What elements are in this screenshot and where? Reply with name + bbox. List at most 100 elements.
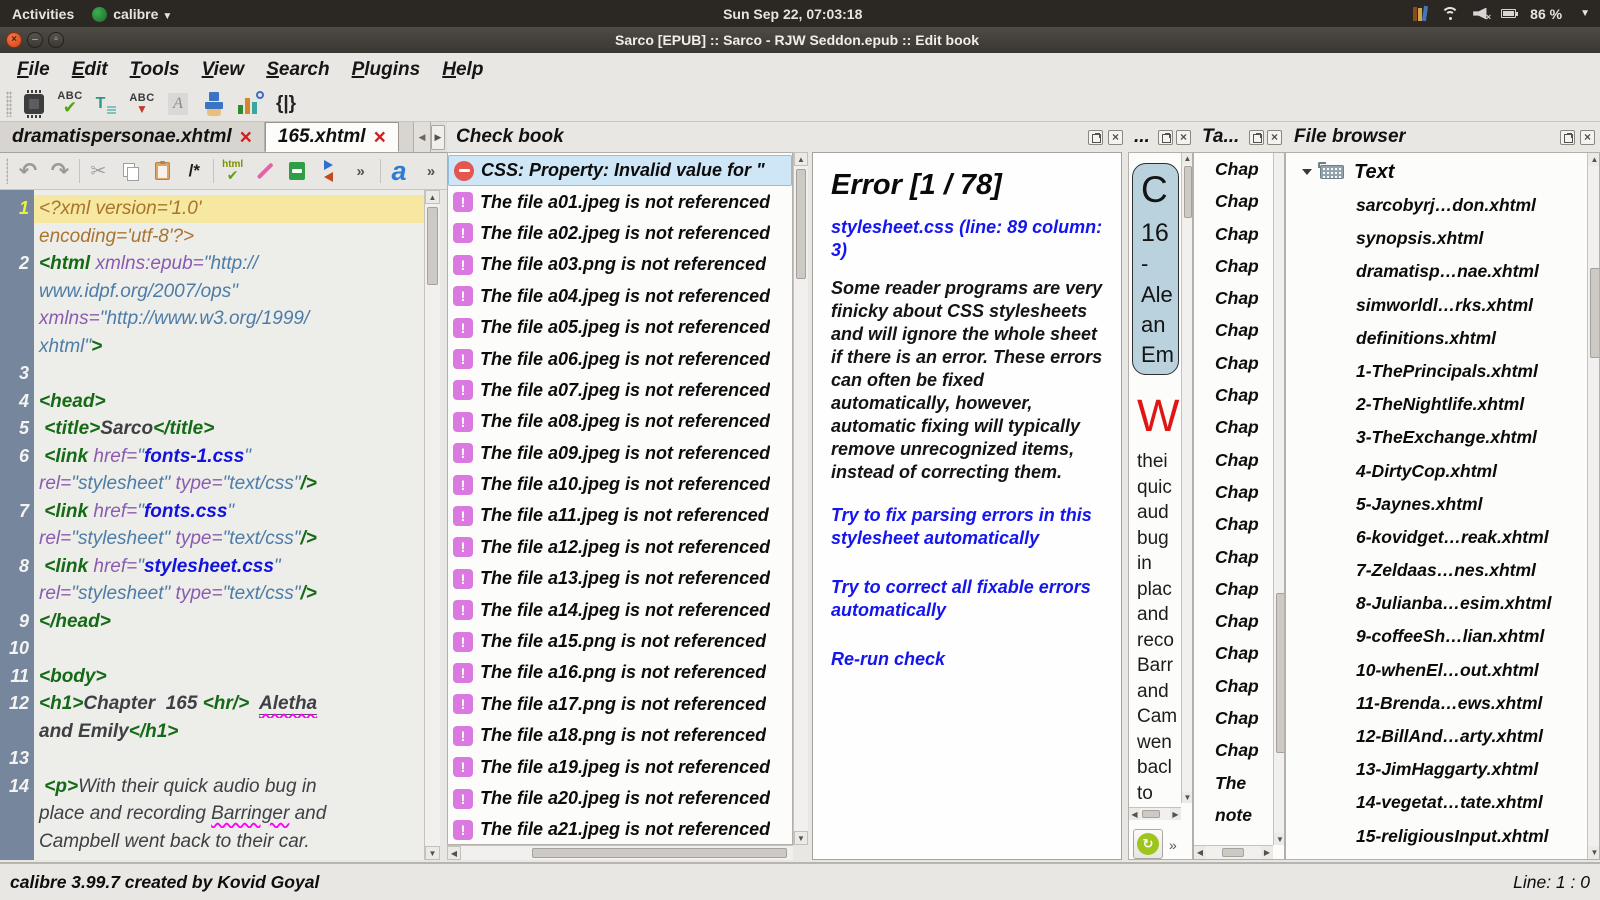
tab-165.xhtml[interactable]: 165.xhtml × (264, 122, 399, 152)
transform-styles-button[interactable]: T (89, 88, 123, 120)
scroll-right-button[interactable]: ▶ (1170, 808, 1181, 820)
tab-dramatispersonae.xhtml[interactable]: dramatispersonae.xhtml × (0, 122, 265, 152)
toc-item[interactable]: Chap (1194, 256, 1271, 288)
file-item[interactable]: dramatisp…nae.xhtml (1286, 261, 1585, 294)
check-item[interactable]: ! The file a01.jpeg is not referenced (448, 186, 792, 217)
toc-item[interactable]: Chap (1194, 611, 1271, 643)
editor-vertical-scrollbar[interactable]: ▲ ▼ (424, 190, 440, 860)
detail-link[interactable]: Try to fix parsing errors in this styles… (831, 504, 1105, 550)
scroll-down-button[interactable]: ▼ (425, 846, 440, 860)
dock-close-button[interactable] (1267, 129, 1282, 145)
file-tree-root[interactable]: Text (1286, 153, 1599, 191)
wifi-icon[interactable] (1441, 7, 1460, 20)
code-row[interactable]: xmlns="http://www.w3.org/1999/ (0, 305, 424, 333)
preview-overflow-icon[interactable]: » (1169, 837, 1177, 853)
file-item[interactable]: 12-BillAnd…arty.xhtml (1286, 726, 1585, 759)
dock-close-button[interactable] (1580, 129, 1595, 145)
preview-horizontal-scrollbar[interactable]: ◀ ▶ (1129, 807, 1181, 820)
scroll-down-button[interactable]: ▼ (1182, 792, 1192, 803)
check-item[interactable]: ! The file a10.jpeg is not referenced (448, 469, 792, 500)
preview-refresh-button[interactable]: ↻ (1133, 829, 1163, 859)
toc-item[interactable]: Chap (1194, 450, 1271, 482)
menu-item-view[interactable]: View (191, 59, 256, 81)
file-item[interactable]: 4-DirtyCop.xhtml (1286, 461, 1585, 494)
code-row[interactable]: 12 <h1>Chapter 165 <hr/> Aletha (0, 690, 424, 718)
code-row[interactable]: 6 <link href="fonts-1.css" (0, 443, 424, 471)
check-book-button[interactable] (17, 88, 51, 120)
check-item[interactable]: ! The file a07.jpeg is not referenced (448, 375, 792, 406)
check-item[interactable]: ! The file a19.jpeg is not referenced (448, 751, 792, 782)
toc-item[interactable]: Chap (1194, 320, 1271, 352)
toc-vertical-scrollbar[interactable]: ▼ (1273, 153, 1284, 845)
check-item[interactable]: ! The file a21.jpeg is not referenced (448, 814, 792, 844)
check-item[interactable]: CSS: Property: Invalid value for " (448, 155, 792, 187)
toc-horizontal-scrollbar[interactable]: ◀ ▶ (1194, 845, 1273, 859)
smart-comment-button[interactable]: /* (179, 156, 209, 186)
menu-item-edit[interactable]: Edit (61, 59, 119, 81)
insert-image-button[interactable] (282, 156, 312, 186)
insert-tag-button[interactable]: {|} (269, 88, 303, 120)
scroll-down-button[interactable]: ▼ (1274, 833, 1284, 845)
tab-close-icon[interactable]: × (240, 127, 252, 148)
toc-item[interactable]: Chap (1194, 547, 1271, 579)
file-item[interactable]: 1-ThePrincipals.xhtml (1286, 361, 1585, 394)
code-row[interactable]: 10 (0, 635, 424, 663)
toolbar-grip[interactable] (6, 158, 8, 184)
file-item[interactable]: 9-coffeeSh…lian.xhtml (1286, 626, 1585, 659)
file-item[interactable]: 7-Zeldaas…nes.xhtml (1286, 560, 1585, 593)
code-row[interactable]: www.idpf.org/2007/ops" (0, 278, 424, 306)
dock-float-button[interactable] (1249, 129, 1264, 145)
reports-button[interactable] (233, 88, 267, 120)
toc-item[interactable]: Chap (1194, 417, 1271, 449)
check-item[interactable]: ! The file a09.jpeg is not referenced (448, 438, 792, 469)
manage-fonts-button[interactable]: A (161, 88, 195, 120)
chevron-down-icon[interactable]: ▼ (1580, 8, 1590, 19)
check-item[interactable]: ! The file a17.png is not referenced (448, 689, 792, 720)
scroll-up-button[interactable]: ▲ (1182, 153, 1192, 164)
scroll-down-button[interactable]: ▼ (794, 831, 808, 845)
code-row[interactable]: 5 <title>Sarco</title> (0, 415, 424, 443)
toc-item[interactable]: Chap (1194, 353, 1271, 385)
app-menu[interactable]: calibre ▼ (92, 6, 172, 22)
code-row[interactable]: rel="stylesheet" type="text/css"/> (0, 525, 424, 553)
code-row[interactable]: rel="stylesheet" type="text/css"/> (0, 470, 424, 498)
check-item[interactable]: ! The file a03.png is not referenced (448, 249, 792, 280)
scroll-thumb[interactable] (427, 207, 438, 285)
code-row[interactable]: 8 <link href="stylesheet.css" (0, 553, 424, 581)
code-row[interactable]: 13 (0, 745, 424, 773)
code-row[interactable]: 11 <body> (0, 663, 424, 691)
detail-link[interactable]: Re-run check (831, 648, 1105, 671)
check-item[interactable]: ! The file a06.jpeg is not referenced (448, 343, 792, 374)
code-row[interactable]: 9 </head> (0, 608, 424, 636)
anchor-button[interactable]: a (384, 156, 414, 186)
menu-item-file[interactable]: File (6, 59, 61, 81)
fix-html-button[interactable]: html ✔ (218, 156, 248, 186)
toolbar-overflow-button[interactable]: » (346, 156, 376, 186)
toc-item[interactable]: Chap (1194, 385, 1271, 417)
volume-muted-icon[interactable]: × (1473, 7, 1491, 22)
file-item[interactable]: 6-kovidget…reak.xhtml (1286, 527, 1585, 560)
dock-expand-button[interactable]: ▶ (431, 125, 445, 150)
pretty-print-button[interactable] (250, 156, 280, 186)
check-item[interactable]: ! The file a08.jpeg is not referenced (448, 406, 792, 437)
check-item[interactable]: ! The file a02.jpeg is not referenced (448, 218, 792, 249)
toolbar-overflow-button[interactable]: » (416, 156, 446, 186)
scroll-up-button[interactable]: ▲ (794, 152, 808, 166)
check-item[interactable]: ! The file a16.png is not referenced (448, 657, 792, 688)
file-item[interactable]: definitions.xhtml (1286, 328, 1585, 361)
dock-close-button[interactable] (1108, 129, 1123, 145)
toc-item[interactable]: Chap (1194, 676, 1271, 708)
code-row[interactable]: 3 (0, 360, 424, 388)
file-item[interactable]: 3-TheExchange.xhtml (1286, 427, 1585, 460)
scroll-up-button[interactable]: ▲ (1588, 153, 1599, 166)
code-row[interactable]: 14 <p>With their quick audio bug in (0, 773, 424, 801)
scroll-right-button[interactable]: ▶ (1261, 846, 1273, 859)
dock-float-button[interactable] (1560, 129, 1575, 145)
code-row[interactable]: encoding='utf-8'?> (0, 223, 424, 251)
swap-arrows-button[interactable] (314, 156, 344, 186)
check-item[interactable]: ! The file a12.jpeg is not referenced (448, 532, 792, 563)
toc-item[interactable]: Chap (1194, 740, 1271, 772)
check-list-vertical-scrollbar[interactable]: ▲ ▼ (793, 152, 808, 845)
check-item[interactable]: ! The file a20.jpeg is not referenced (448, 783, 792, 814)
undo-button[interactable]: ↶ (13, 156, 43, 186)
